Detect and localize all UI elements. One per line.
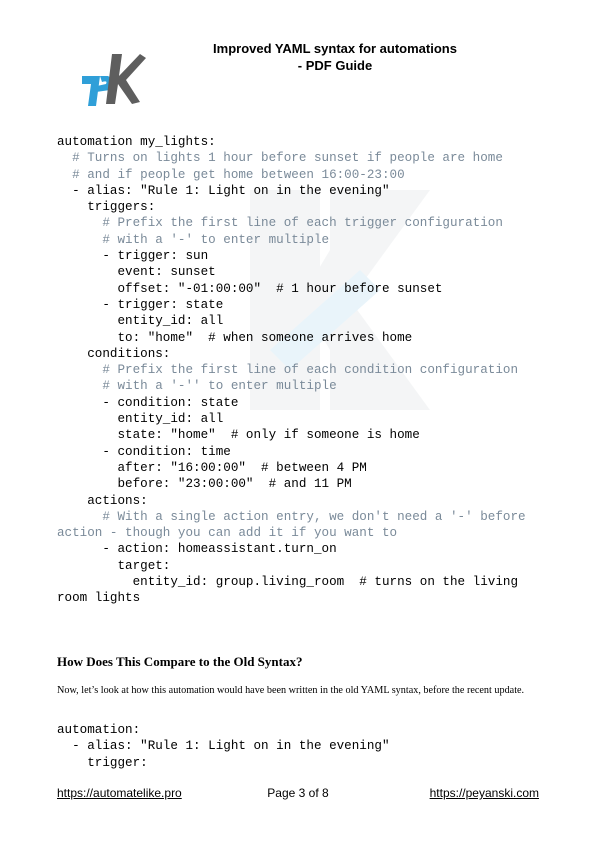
code-comment-line: # Prefix the first line of each trigger … (57, 216, 503, 231)
code-line: - condition: time (57, 444, 231, 459)
code-comment-line: # with a '-' to enter multiple (57, 232, 330, 247)
code-comment-line: # Turns on lights 1 hour before sunset i… (57, 151, 503, 166)
code-line: triggers: (57, 200, 156, 215)
title-line-2: - PDF Guide (297, 58, 373, 73)
code-line: target: (57, 558, 171, 573)
code-block-new-syntax: automation my_lights: # Turns on lights … (57, 134, 547, 607)
code-comment-line: # Prefix the first line of each conditio… (57, 363, 519, 378)
code-line: trigger: (57, 755, 148, 770)
section-paragraph: Now, let’s look at how this automation w… (57, 685, 525, 696)
code-line: offset: "-01:00:00" # 1 hour before suns… (57, 281, 443, 296)
code-comment-line: # with a '-'' to enter multiple (57, 379, 337, 394)
code-comment-line: # With a single action entry, we don't n… (57, 509, 526, 524)
code-line: - alias: "Rule 1: Light on in the evenin… (57, 739, 390, 754)
page-number: Page 3 of 8 (267, 786, 329, 800)
code-line: - alias: "Rule 1: Light on in the evenin… (57, 183, 390, 198)
code-line: entity_id: all (57, 412, 224, 427)
document-title: Improved YAML syntax for automations - P… (175, 40, 495, 74)
code-line: entity_id: group.living_room # turns on … (57, 575, 519, 590)
pk-logo-icon (82, 54, 146, 106)
code-line: - condition: state (57, 395, 239, 410)
code-line: automation my_lights: (57, 135, 216, 149)
code-line: after: "16:00:00" # between 4 PM (57, 460, 367, 475)
code-comment-line: # and if people get home between 16:00-2… (57, 167, 405, 182)
code-line: - trigger: state (57, 297, 224, 312)
peyanski-link[interactable]: https://peyanski.com (430, 786, 539, 800)
footer-left[interactable]: https://automatelike.pro (57, 786, 182, 800)
code-line: state: "home" # only if someone is home (57, 428, 420, 443)
automatelike-link[interactable]: https://automatelike.pro (57, 786, 182, 800)
footer-right[interactable]: https://peyanski.com (430, 786, 539, 800)
title-line-1: Improved YAML syntax for automations (213, 41, 457, 56)
code-line: room lights (57, 591, 141, 606)
code-comment-line: action - though you can add it if you wa… (57, 526, 398, 541)
code-line: actions: (57, 493, 148, 508)
code-line: entity_id: all (57, 314, 224, 329)
code-line: automation: (57, 723, 141, 737)
code-line: - action: homeassistant.turn_on (57, 542, 337, 557)
code-line: - trigger: sun (57, 249, 209, 264)
code-line: to: "home" # when someone arrives home (57, 330, 413, 345)
code-line: before: "23:00:00" # and 11 PM (57, 477, 352, 492)
section-heading: How Does This Compare to the Old Syntax? (57, 654, 303, 669)
code-line: event: sunset (57, 265, 216, 280)
code-block-old-syntax: automation: - alias: "Rule 1: Light on i… (57, 722, 547, 771)
code-line: conditions: (57, 346, 171, 361)
